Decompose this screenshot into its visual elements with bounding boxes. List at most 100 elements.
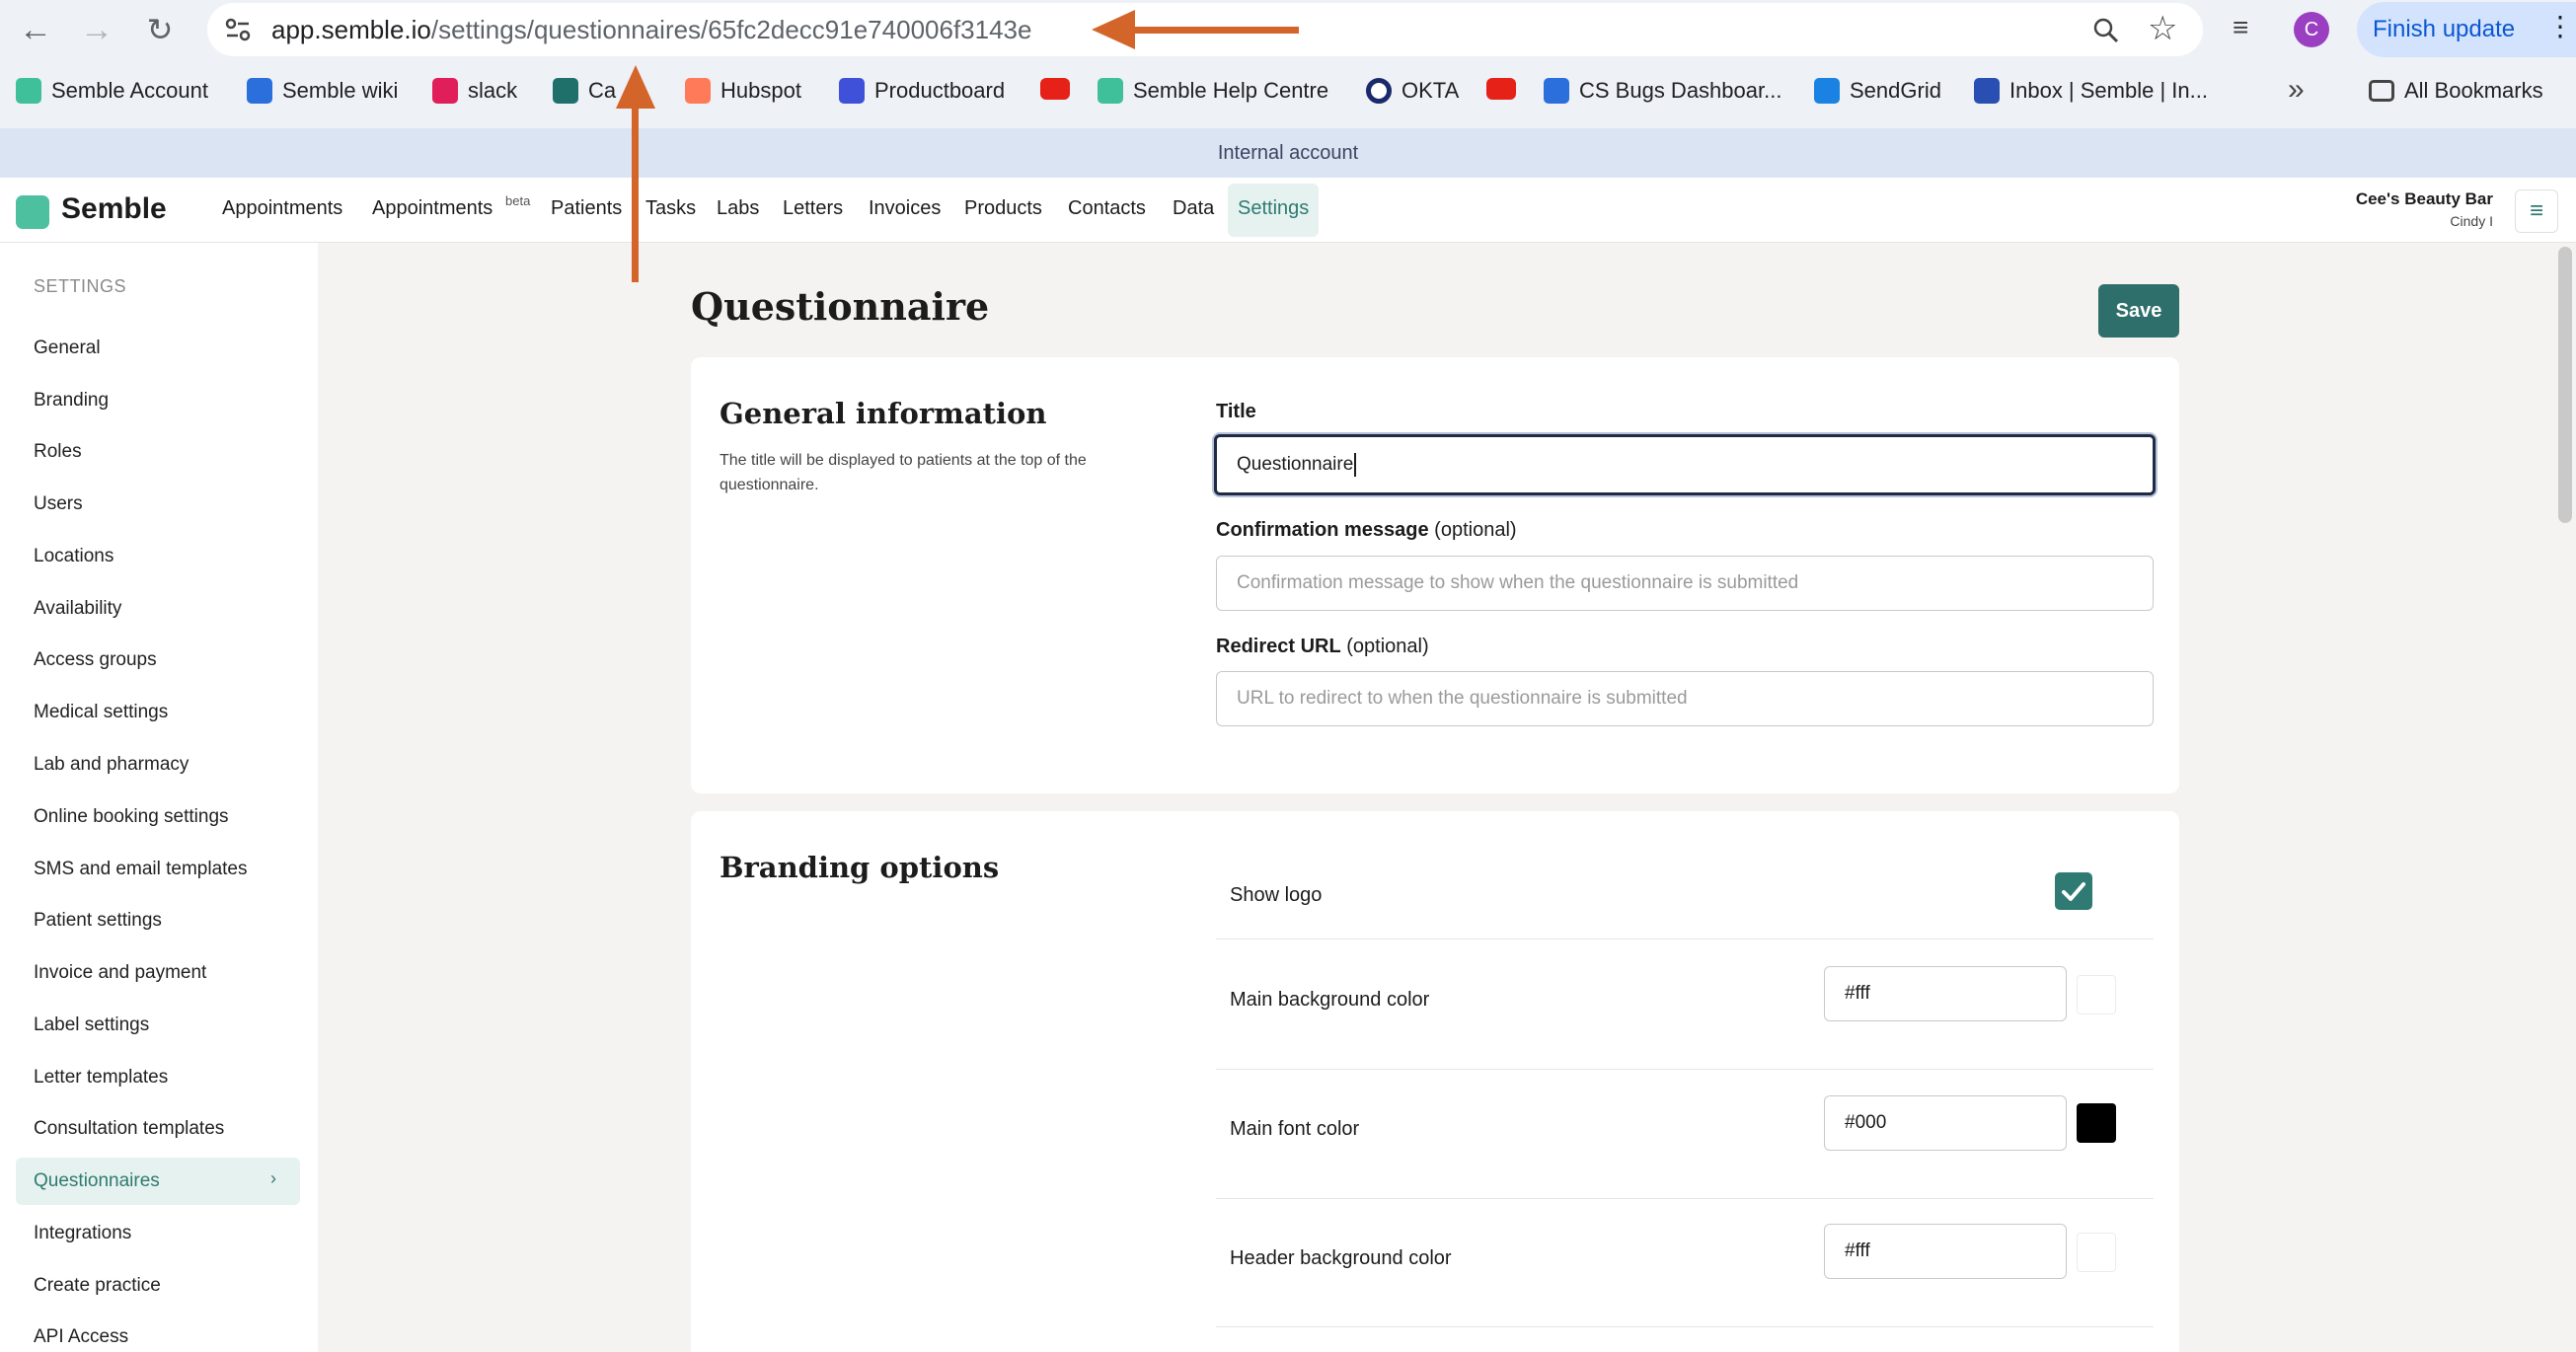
all-bookmarks-label: All Bookmarks [2404, 78, 2543, 103]
bookmark-item[interactable]: CS Bugs Dashboar... [1544, 78, 1781, 104]
sidebar-item-general[interactable]: General [34, 338, 101, 359]
header-background-color-value: #fff [1845, 1240, 1870, 1261]
ca-favicon-icon [553, 78, 578, 104]
general-information-title: General information [720, 397, 1047, 430]
confirmation-message-input[interactable]: Confirmation message to show when the qu… [1216, 556, 2154, 611]
nav-contacts[interactable]: Contacts [1068, 197, 1146, 220]
main-background-color-swatch[interactable] [2077, 975, 2116, 1014]
bookmark-item[interactable]: Semble Help Centre [1098, 78, 1328, 104]
bookmark-label: Semble Help Centre [1133, 78, 1329, 103]
user-name: Cindy I [2450, 213, 2493, 229]
sidebar-item-roles[interactable]: Roles [34, 441, 82, 463]
confluence-favicon-icon [247, 78, 272, 104]
page-scrollbar[interactable] [2558, 247, 2572, 523]
more-menu-icon[interactable]: ⋮ [2546, 10, 2574, 42]
sidebar-item-letter-templates[interactable]: Letter templates [34, 1067, 168, 1089]
sidebar-item-users[interactable]: Users [34, 493, 83, 515]
bookmark-item[interactable]: OKTA [1366, 78, 1459, 104]
branding-options-card: Branding options Show logo Main backgrou… [691, 811, 2179, 1352]
bookmark-star-icon[interactable]: ☆ [2148, 9, 2177, 48]
nav-settings[interactable]: Settings [1228, 184, 1319, 237]
bookmark-label: Semble wiki [282, 78, 399, 103]
url-path: /settings/questionnaires/65fc2decc91e740… [430, 15, 1032, 44]
redirect-url-input[interactable]: URL to redirect to when the questionnair… [1216, 671, 2154, 726]
reading-list-icon[interactable]: ≡ [2233, 12, 2248, 43]
sidebar-item-lab-and-pharmacy[interactable]: Lab and pharmacy [34, 754, 189, 776]
main-font-color-value: #000 [1845, 1112, 1887, 1133]
bookmark-item[interactable]: Semble wiki [247, 78, 398, 104]
sidebar-item-branding[interactable]: Branding [34, 390, 109, 412]
sidebar-item-medical-settings[interactable]: Medical settings [34, 702, 168, 723]
bookmark-item[interactable]: Ca [553, 78, 616, 104]
nav-settings-label: Settings [1238, 197, 1310, 219]
bookmark-item[interactable]: Inbox | Semble | In... [1974, 78, 2208, 104]
nav-tasks[interactable]: Tasks [645, 197, 696, 220]
main-background-color-input[interactable]: #fff [1824, 966, 2067, 1021]
header-background-color-input[interactable]: #fff [1824, 1224, 2067, 1279]
general-information-help: The title will be displayed to patients … [720, 452, 1087, 493]
sidebar-item-consultation-templates[interactable]: Consultation templates [34, 1118, 224, 1140]
sidebar-heading: SETTINGS [34, 276, 127, 296]
hamburger-menu-icon[interactable]: ≡ [2515, 189, 2558, 233]
nav-letters[interactable]: Letters [783, 197, 843, 220]
sidebar-item-patient-settings[interactable]: Patient settings [34, 910, 162, 932]
url-host: app.semble.io [271, 15, 431, 44]
nav-appointments[interactable]: Appointments [222, 197, 342, 220]
site-settings-icon[interactable] [225, 18, 251, 41]
productboard-favicon-icon [839, 78, 865, 104]
forward-icon[interactable]: → [75, 8, 118, 51]
bookmark-item[interactable]: Hubspot [685, 78, 801, 104]
bookmark-label: CS Bugs Dashboar... [1579, 78, 1782, 103]
bookmark-item[interactable]: Productboard [839, 78, 1005, 104]
sidebar-item-integrations[interactable]: Integrations [34, 1223, 131, 1244]
nav-data[interactable]: Data [1173, 197, 1214, 220]
sidebar-item-api-access[interactable]: API Access [34, 1326, 128, 1348]
bookmark-item[interactable]: SendGrid [1814, 78, 1941, 104]
bookmark-label: SendGrid [1850, 78, 1941, 103]
title-input[interactable]: Questionnaire [1214, 434, 2156, 495]
okta-favicon-icon [1366, 78, 1392, 104]
main-background-color-value: #fff [1845, 983, 1870, 1004]
profile-avatar[interactable]: C [2294, 12, 2329, 47]
sidebar-item-label-settings[interactable]: Label settings [34, 1014, 149, 1036]
org-name: Cee's Beauty Bar [2355, 189, 2493, 208]
bookmark-item[interactable] [1486, 78, 1516, 100]
annotation-arrowhead-up-icon [616, 65, 655, 109]
show-logo-checkbox[interactable] [2055, 872, 2092, 910]
sidebar-item-locations[interactable]: Locations [34, 546, 114, 567]
zoom-icon[interactable] [2092, 17, 2120, 44]
sidebar-item-availability[interactable]: Availability [34, 598, 121, 620]
bookmark-item[interactable]: slack [432, 78, 517, 104]
back-icon[interactable]: ← [14, 8, 57, 51]
hubspot-favicon-icon [685, 78, 711, 104]
nav-invoices[interactable]: Invoices [869, 197, 941, 220]
main-font-color-input[interactable]: #000 [1824, 1095, 2067, 1151]
main-background-color-label: Main background color [1230, 989, 1430, 1011]
reload-icon[interactable]: ↻ [138, 8, 182, 51]
sidebar-item-access-groups[interactable]: Access groups [34, 649, 157, 671]
sidebar-item-invoice-payment[interactable]: Invoice and payment [34, 962, 206, 984]
nav-labs[interactable]: Labs [717, 197, 759, 220]
youtube-favicon-icon [1040, 78, 1070, 100]
nav-patients[interactable]: Patients [551, 197, 622, 220]
nav-products[interactable]: Products [964, 197, 1042, 220]
bookmark-item[interactable] [1040, 78, 1070, 100]
bookmark-item[interactable]: Semble Account [16, 78, 208, 104]
nav-appointments-beta[interactable]: Appointments [372, 197, 492, 220]
header-background-color-swatch[interactable] [2077, 1233, 2116, 1272]
sidebar-item-online-booking[interactable]: Online booking settings [34, 806, 229, 828]
beta-badge: beta [505, 193, 531, 208]
sidebar-item-create-practice[interactable]: Create practice [34, 1275, 161, 1297]
bookmarks-overflow-icon[interactable]: » [2288, 73, 2305, 107]
chevron-right-icon: › [270, 1168, 276, 1188]
sendgrid-favicon-icon [1814, 78, 1840, 104]
save-button[interactable]: Save [2098, 284, 2179, 338]
bookmark-label: Hubspot [720, 78, 801, 103]
semble-logo-text: Semble [61, 192, 167, 225]
finish-update-button[interactable]: Finish update ⋮ [2357, 2, 2576, 57]
sidebar-item-questionnaires[interactable]: Questionnaires [34, 1170, 160, 1192]
all-bookmarks-button[interactable]: All Bookmarks [2369, 78, 2543, 104]
redirect-url-placeholder: URL to redirect to when the questionnair… [1237, 688, 1688, 709]
sidebar-item-sms-email-templates[interactable]: SMS and email templates [34, 859, 248, 880]
main-font-color-swatch[interactable] [2077, 1103, 2116, 1143]
